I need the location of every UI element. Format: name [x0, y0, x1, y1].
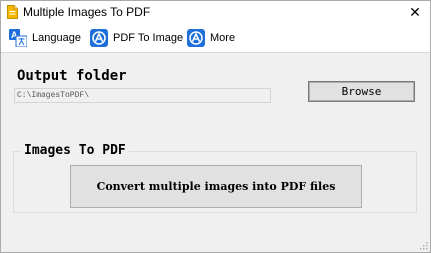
title-bar[interactable]: Multiple Images To PDF ✕ [1, 1, 430, 23]
menu-item-language[interactable]: A Language [9, 27, 81, 49]
output-path-field[interactable]: C:\ImagesToPDF\ [14, 88, 271, 103]
close-icon: ✕ [409, 3, 421, 20]
app-window: Multiple Images To PDF ✕ A Language PDF … [0, 0, 431, 253]
app-icon [90, 29, 108, 47]
menu-item-label: More [210, 32, 236, 44]
window-title: Multiple Images To PDF [23, 5, 151, 19]
language-icon: A [9, 29, 27, 47]
output-folder-label: Output folder [17, 68, 127, 84]
resize-grip-icon[interactable] [420, 242, 428, 250]
menu-item-more[interactable]: More [187, 27, 235, 49]
menu-item-pdf-to-image[interactable]: PDF To Image [90, 27, 183, 49]
main-panel: Output folder C:\ImagesToPDF\ Browse Ima… [1, 54, 430, 252]
browse-button[interactable]: Browse [308, 81, 415, 102]
menu-item-label: PDF To Image [113, 32, 184, 44]
app-icon [187, 29, 205, 47]
menu-bar: A Language PDF To Image More [1, 23, 430, 53]
document-icon [7, 5, 18, 19]
convert-button[interactable]: Convert multiple images into PDF files [70, 165, 362, 208]
close-button[interactable]: ✕ [400, 1, 430, 23]
images-to-pdf-group-label: Images To PDF [21, 143, 129, 158]
menu-item-label: Language [32, 32, 81, 44]
